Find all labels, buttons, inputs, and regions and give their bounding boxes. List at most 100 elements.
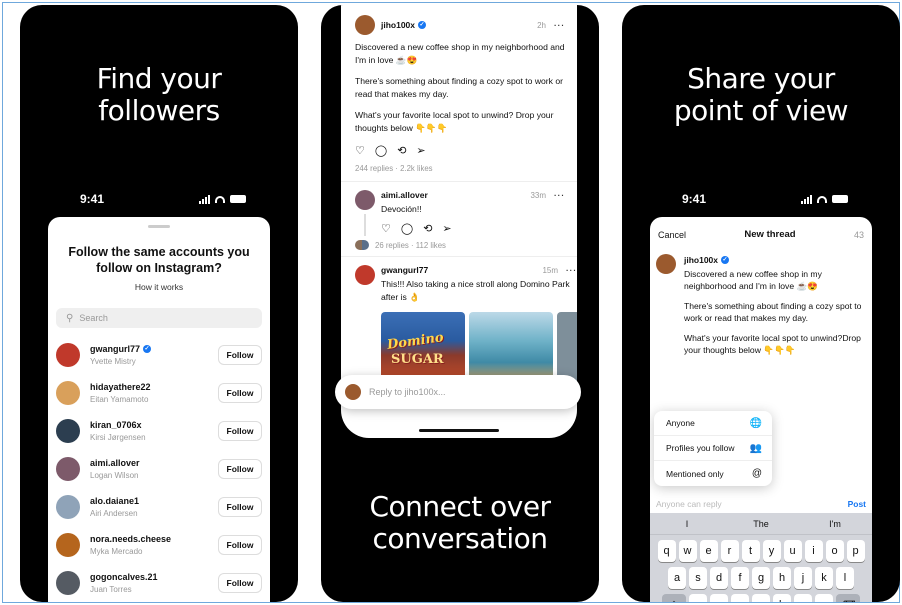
key-w[interactable]: w: [678, 540, 697, 562]
menu-item[interactable]: Mentioned only @: [654, 461, 772, 486]
key-q[interactable]: q: [657, 540, 676, 562]
account-row[interactable]: hidayathere22 Eitan Yamamoto Follow: [48, 374, 270, 412]
account-row[interactable]: nora.needs.cheese Myka Mercado Follow: [48, 526, 270, 564]
avatar[interactable]: [56, 343, 80, 367]
how-it-works-link[interactable]: How it works: [48, 282, 270, 292]
key-f[interactable]: f: [731, 567, 749, 589]
follow-button[interactable]: Follow: [218, 383, 262, 403]
compose-paragraph[interactable]: There's something about finding a cozy s…: [684, 300, 864, 324]
key-i[interactable]: i: [804, 540, 823, 562]
key-p[interactable]: p: [846, 540, 865, 562]
reply-post[interactable]: gwangurl77 15m ··· This!!! Also taking a …: [341, 257, 577, 390]
shift-key[interactable]: ⇧: [662, 594, 686, 602]
account-username[interactable]: gogoncalves.21: [90, 572, 218, 582]
account-row[interactable]: gogoncalves.21 Juan Torres Follow: [48, 564, 270, 602]
avatar[interactable]: [56, 381, 80, 405]
sheet-grabber[interactable]: [148, 225, 170, 228]
repost-icon[interactable]: ⟲: [397, 144, 406, 157]
key-v[interactable]: v: [752, 594, 770, 602]
account-row[interactable]: gwangurl77 ✓ Yvette Mistry Follow: [48, 336, 270, 374]
compose-paragraph[interactable]: What's your favorite local spot to unwin…: [684, 332, 864, 356]
reply-audience-hint[interactable]: Anyone can reply: [656, 499, 722, 509]
key-x[interactable]: x: [710, 594, 728, 602]
account-row[interactable]: aimi.allover Logan Wilson Follow: [48, 450, 270, 488]
key-r[interactable]: r: [720, 540, 739, 562]
follow-button[interactable]: Follow: [218, 573, 262, 593]
account-username[interactable]: aimi.allover: [90, 458, 218, 468]
suggestion[interactable]: I'm: [798, 519, 872, 529]
reply-username[interactable]: gwangurl77: [381, 265, 428, 275]
reply-stats[interactable]: 26 replies · 112 likes: [375, 241, 446, 250]
key-m[interactable]: m: [815, 594, 833, 602]
backspace-key[interactable]: ⌫: [836, 594, 860, 602]
key-n[interactable]: n: [794, 594, 812, 602]
follow-button[interactable]: Follow: [218, 459, 262, 479]
account-row[interactable]: kiran_0706x Kirsi Jørgensen Follow: [48, 412, 270, 450]
more-icon[interactable]: ···: [554, 191, 565, 200]
key-j[interactable]: j: [794, 567, 812, 589]
reply-post[interactable]: aimi.allover 33m ··· Devoción!! ♡ ◯ ⟲ ➢ 2…: [341, 182, 577, 257]
avatar[interactable]: [56, 533, 80, 557]
photo-park[interactable]: [469, 312, 553, 384]
key-l[interactable]: l: [836, 567, 854, 589]
key-t[interactable]: t: [741, 540, 760, 562]
more-icon[interactable]: ···: [566, 266, 577, 275]
draft-count[interactable]: 43: [854, 230, 864, 240]
reply-username[interactable]: aimi.allover: [381, 190, 428, 200]
avatar[interactable]: [56, 419, 80, 443]
account-username[interactable]: kiran_0706x: [90, 420, 218, 430]
avatar[interactable]: [56, 571, 80, 595]
key-s[interactable]: s: [689, 567, 707, 589]
comment-icon[interactable]: ◯: [375, 144, 387, 157]
thread-post[interactable]: jiho100x ✓ 2h ··· Discovered a new coffee …: [341, 5, 577, 182]
search-input[interactable]: ⚲ Search: [56, 308, 262, 328]
key-z[interactable]: z: [689, 594, 707, 602]
key-b[interactable]: b: [773, 594, 791, 602]
account-username[interactable]: gwangurl77 ✓: [90, 344, 218, 354]
key-c[interactable]: c: [731, 594, 749, 602]
follow-button[interactable]: Follow: [218, 345, 262, 365]
share-icon[interactable]: ➢: [442, 222, 451, 235]
key-o[interactable]: o: [825, 540, 844, 562]
menu-item[interactable]: Anyone 🌐: [654, 411, 772, 436]
like-icon[interactable]: ♡: [381, 222, 391, 235]
account-username[interactable]: nora.needs.cheese: [90, 534, 218, 544]
photo-domino-sign[interactable]: Domino SUGAR: [381, 312, 465, 384]
cancel-button[interactable]: Cancel: [658, 230, 686, 240]
media-carousel[interactable]: Domino SUGAR: [381, 312, 577, 384]
more-icon[interactable]: ···: [554, 21, 565, 30]
share-icon[interactable]: ➢: [416, 144, 425, 157]
suggestion[interactable]: I: [650, 519, 724, 529]
post-username[interactable]: jiho100x ✓: [381, 20, 427, 30]
follow-button[interactable]: Follow: [218, 497, 262, 517]
key-d[interactable]: d: [710, 567, 728, 589]
compose-area[interactable]: jiho100x ✓ Discovered a new coffee shop i…: [650, 240, 872, 356]
key-e[interactable]: e: [699, 540, 718, 562]
photo-partial[interactable]: [557, 312, 577, 384]
compose-paragraph[interactable]: Discovered a new coffee shop in my neigh…: [684, 268, 864, 292]
like-icon[interactable]: ♡: [355, 144, 365, 157]
follow-button[interactable]: Follow: [218, 535, 262, 555]
suggestion[interactable]: The: [724, 519, 798, 529]
comment-icon[interactable]: ◯: [401, 222, 413, 235]
key-g[interactable]: g: [752, 567, 770, 589]
repost-icon[interactable]: ⟲: [423, 222, 432, 235]
key-u[interactable]: u: [783, 540, 802, 562]
avatar[interactable]: [355, 15, 375, 35]
post-button[interactable]: Post: [848, 499, 866, 509]
key-a[interactable]: a: [668, 567, 686, 589]
account-row[interactable]: alo.daiane1 Airi Andersen Follow: [48, 488, 270, 526]
key-h[interactable]: h: [773, 567, 791, 589]
key-k[interactable]: k: [815, 567, 833, 589]
account-username[interactable]: alo.daiane1: [90, 496, 218, 506]
account-username[interactable]: hidayathere22: [90, 382, 218, 392]
avatar[interactable]: [56, 495, 80, 519]
avatar[interactable]: [355, 190, 375, 210]
reply-input[interactable]: Reply to jiho100x...: [335, 375, 581, 409]
post-stats[interactable]: 244 replies · 2.2k likes: [355, 164, 565, 173]
avatar[interactable]: [56, 457, 80, 481]
avatar[interactable]: [355, 265, 375, 285]
menu-item[interactable]: Profiles you follow 👥: [654, 436, 772, 461]
follow-button[interactable]: Follow: [218, 421, 262, 441]
key-y[interactable]: y: [762, 540, 781, 562]
